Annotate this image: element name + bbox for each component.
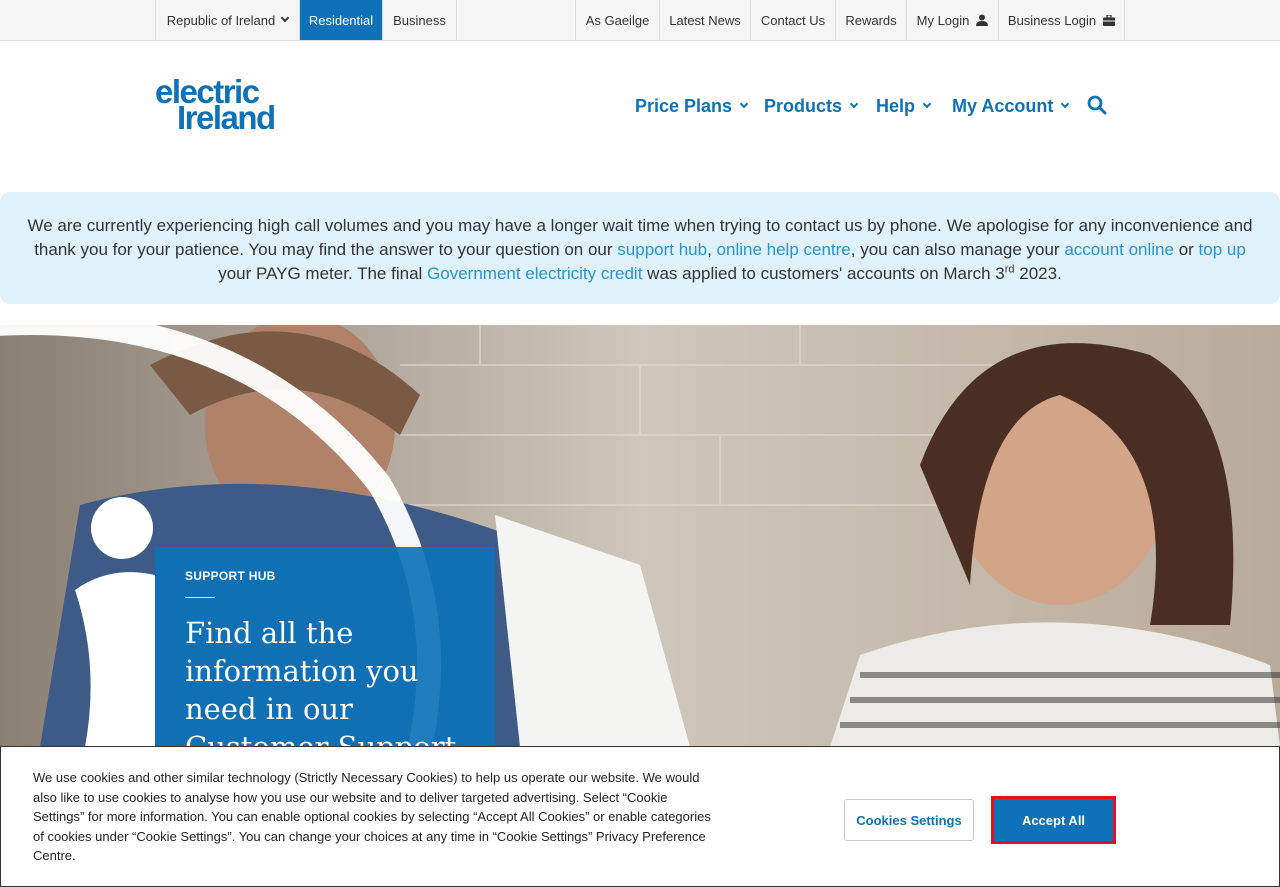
- chevron-down-icon: [922, 99, 932, 109]
- account-online-link[interactable]: account online: [1064, 240, 1174, 259]
- notice-banner: We are currently experiencing high call …: [0, 192, 1280, 304]
- notice-text: or: [1173, 240, 1199, 259]
- notice-text: 2023.: [1014, 264, 1062, 283]
- government-credit-link[interactable]: Government electricity credit: [427, 264, 642, 283]
- accept-all-button[interactable]: Accept All: [991, 796, 1116, 844]
- business-login-link[interactable]: Business Login: [998, 0, 1125, 40]
- tab-residential-label: Residential: [308, 12, 374, 28]
- nav-price-plans-label: Price Plans: [635, 95, 733, 116]
- latest-news-link[interactable]: Latest News: [659, 0, 750, 40]
- user-icon: [976, 14, 989, 26]
- search-icon[interactable]: [1087, 95, 1107, 115]
- nav-my-account[interactable]: My Account: [952, 90, 1070, 122]
- tab-residential[interactable]: Residential: [299, 0, 382, 40]
- cookies-settings-button[interactable]: Cookies Settings: [844, 799, 974, 841]
- nav-products-label: Products: [764, 95, 843, 116]
- top-up-link[interactable]: top up: [1199, 240, 1246, 259]
- as-gaeilge-label: As Gaeilge: [585, 12, 650, 28]
- nav-help-label: Help: [876, 95, 916, 116]
- utility-bar: Republic of Ireland Residential Business…: [0, 0, 1280, 41]
- chevron-down-icon: [1061, 99, 1070, 109]
- nav-help[interactable]: Help: [876, 90, 932, 122]
- briefcase-icon: [1103, 14, 1116, 26]
- as-gaeilge-link[interactable]: As Gaeilge: [575, 0, 659, 40]
- notice-text: ,: [707, 240, 717, 259]
- nav-price-plans[interactable]: Price Plans: [635, 90, 749, 122]
- notice-text: was applied to customers' accounts on Ma…: [642, 264, 1005, 283]
- nav-my-account-label: My Account: [952, 95, 1054, 116]
- support-hub-label: SUPPORT HUB: [185, 569, 276, 583]
- chevron-down-icon: [849, 99, 859, 109]
- ordinal-suffix: rd: [1004, 263, 1015, 276]
- cookie-banner: We use cookies and other similar technol…: [0, 746, 1280, 887]
- support-hub-card[interactable]: SUPPORT HUB Find all the information you…: [155, 547, 495, 747]
- cookie-notice-text: We use cookies and other similar technol…: [33, 770, 711, 863]
- logo-line-2: Ireland: [177, 99, 276, 136]
- divider: [456, 0, 457, 40]
- business-login-label: Business Login: [1007, 12, 1097, 28]
- hero-section: SUPPORT HUB Find all the information you…: [0, 325, 1280, 747]
- rewards-link[interactable]: Rewards: [835, 0, 906, 40]
- nav-products[interactable]: Products: [764, 90, 859, 122]
- chevron-down-icon: [280, 13, 290, 23]
- latest-news-label: Latest News: [669, 12, 741, 28]
- contact-us-label: Contact Us: [760, 12, 826, 28]
- my-login-label: My Login: [916, 12, 970, 28]
- chevron-down-icon: [739, 99, 749, 109]
- my-login-link[interactable]: My Login: [906, 0, 998, 40]
- online-help-centre-link[interactable]: online help centre: [717, 240, 851, 259]
- notice-text: your PAYG meter. The final: [218, 264, 428, 283]
- divider: [185, 597, 215, 598]
- notice-text: , you can also manage your: [850, 240, 1065, 259]
- contact-us-link[interactable]: Contact Us: [750, 0, 835, 40]
- electric-ireland-logo[interactable]: electric Ireland: [155, 75, 280, 136]
- support-hub-title: Find all the information you need in our…: [185, 616, 457, 747]
- tab-business-label: Business: [393, 12, 446, 28]
- tab-business[interactable]: Business: [382, 0, 456, 40]
- support-hub-link[interactable]: support hub: [617, 240, 707, 259]
- region-selector[interactable]: Republic of Ireland: [155, 0, 299, 40]
- rewards-label: Rewards: [845, 12, 897, 28]
- region-label: Republic of Ireland: [166, 12, 276, 28]
